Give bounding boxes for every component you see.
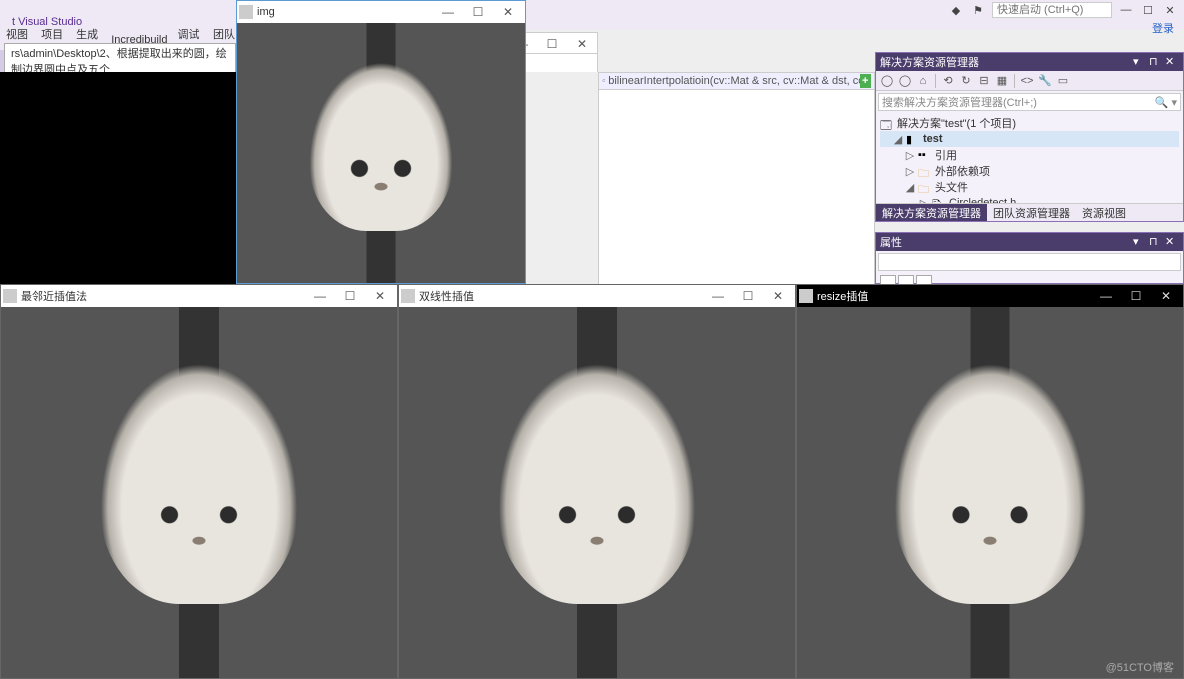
breadcrumb[interactable]: ◦ bilinearIntertpolatioin(cv::Mat & src,… — [598, 72, 875, 90]
notification-icon[interactable]: ◆ — [948, 3, 964, 17]
dropdown-icon[interactable]: ▾ — [1133, 235, 1147, 249]
minimize-icon[interactable]: — — [703, 285, 733, 307]
watermark: @51CTO博客 — [1106, 659, 1174, 675]
image-content — [237, 23, 525, 283]
close-icon[interactable]: ✕ — [763, 285, 793, 307]
window-title: 双线性插值 — [419, 288, 699, 304]
solution-explorer-panel: 解决方案资源管理器 ▾ ⊓ ✕ ◯ ◯ ⌂ ⟲ ↻ ⊟ ▦ <> 🔧 ▭ 搜索解… — [875, 52, 1184, 222]
tree-row-extdeps[interactable]: ▷🗀外部依赖项 — [880, 163, 1179, 179]
tab-team-explorer[interactable]: 团队资源管理器 — [987, 204, 1076, 221]
maximize-icon[interactable]: ☐ — [463, 1, 493, 23]
minimize-icon[interactable]: — — [305, 285, 335, 307]
titlebar[interactable]: resize插值 — ☐ ✕ — [797, 285, 1183, 307]
image-window-img: img — ☐ ✕ — [236, 0, 526, 284]
forward-icon[interactable]: ◯ — [897, 73, 913, 89]
refresh-icon[interactable]: ↻ — [958, 73, 974, 89]
app-icon — [799, 289, 813, 303]
dropdown-icon[interactable]: ▾ — [1133, 55, 1147, 69]
tree-row-refs[interactable]: ▷▪▪引用 — [880, 147, 1179, 163]
solution-search-input[interactable]: 搜索解决方案资源管理器(Ctrl+;) 🔍 ▾ — [878, 93, 1181, 111]
add-icon[interactable]: + — [860, 74, 871, 88]
close-icon[interactable]: ✕ — [1165, 55, 1179, 69]
properties-panel: 属性 ▾ ⊓ ✕ — [875, 232, 1184, 284]
home-icon[interactable]: ⌂ — [915, 73, 931, 89]
minimize-icon[interactable]: — — [1118, 3, 1134, 17]
panel-header[interactable]: 属性 ▾ ⊓ ✕ — [876, 233, 1183, 251]
search-placeholder: 搜索解决方案资源管理器(Ctrl+;) — [882, 94, 1037, 110]
app-icon — [401, 289, 415, 303]
login-link[interactable]: 登录 — [1152, 20, 1174, 36]
search-icon[interactable]: 🔍 ▾ — [1155, 96, 1177, 109]
tree-row-solution[interactable]: 🗔解决方案"test"(1 个项目) — [880, 115, 1179, 131]
window-title: resize插值 — [817, 288, 1087, 304]
maximize-icon[interactable]: ☐ — [335, 285, 365, 307]
panel-tabs: 解决方案资源管理器 团队资源管理器 资源视图 — [876, 203, 1183, 221]
collapse-icon[interactable]: ⊟ — [976, 73, 992, 89]
tree-row-headers[interactable]: ◢🗀头文件 — [880, 179, 1179, 195]
minimize-icon[interactable]: — — [1091, 285, 1121, 307]
window-title: 最邻近插值法 — [21, 288, 301, 304]
app-icon — [239, 5, 253, 19]
result-window-resize: resize插值 — ☐ ✕ — [796, 284, 1184, 679]
minimize-icon[interactable]: — — [433, 1, 463, 23]
close-icon[interactable]: ✕ — [1151, 285, 1181, 307]
image-content — [399, 307, 795, 678]
show-all-icon[interactable]: ▦ — [994, 73, 1010, 89]
solution-toolbar: ◯ ◯ ⌂ ⟲ ↻ ⊟ ▦ <> 🔧 ▭ — [876, 71, 1183, 91]
properties-icon[interactable]: 🔧 — [1037, 73, 1053, 89]
code-icon[interactable]: <> — [1019, 73, 1035, 89]
panel-title: 属性 — [880, 234, 902, 250]
close-icon[interactable]: ✕ — [1162, 3, 1178, 17]
titlebar[interactable]: 最邻近插值法 — ☐ ✕ — [1, 285, 397, 307]
pin-icon[interactable]: ⊓ — [1149, 55, 1163, 69]
maximize-icon[interactable]: ☐ — [1140, 3, 1156, 17]
tree-row-project[interactable]: ◢▮test — [880, 131, 1179, 147]
pin-icon[interactable]: ⊓ — [1149, 235, 1163, 249]
flag-icon[interactable]: ⚑ — [970, 3, 986, 17]
window-title: img — [257, 6, 429, 18]
maximize-icon[interactable]: ☐ — [537, 33, 567, 55]
maximize-icon[interactable]: ☐ — [1121, 285, 1151, 307]
tab-solution-explorer[interactable]: 解决方案资源管理器 — [876, 204, 987, 221]
quick-launch-input[interactable] — [992, 2, 1112, 18]
image-content — [1, 307, 397, 678]
property-selector[interactable] — [878, 253, 1181, 271]
app-icon — [3, 289, 17, 303]
close-icon[interactable]: ✕ — [365, 285, 395, 307]
console-output — [0, 72, 236, 284]
preview-icon[interactable]: ▭ — [1055, 73, 1071, 89]
solution-tree[interactable]: 🗔解决方案"test"(1 个项目) ◢▮test ▷▪▪引用 ▷🗀外部依赖项 … — [876, 113, 1183, 203]
code-editor[interactable] — [598, 90, 875, 285]
close-icon[interactable]: ✕ — [1165, 235, 1179, 249]
result-window-nearest: 最邻近插值法 — ☐ ✕ — [0, 284, 398, 679]
document-tabs: rs\admin\Desktop\2、根据提取出来的圆，绘制边界圆中点及五个 — [0, 50, 236, 72]
back-icon[interactable]: ◯ — [879, 73, 895, 89]
image-content — [797, 307, 1183, 678]
breadcrumb-text: bilinearIntertpolatioin(cv::Mat & src, c… — [608, 75, 859, 87]
titlebar[interactable]: img — ☐ ✕ — [237, 1, 525, 23]
maximize-icon[interactable]: ☐ — [733, 285, 763, 307]
tree-row-file[interactable]: ▷🗎Circledetect.h — [880, 195, 1179, 203]
titlebar[interactable]: 双线性插值 — ☐ ✕ — [399, 285, 795, 307]
panel-header[interactable]: 解决方案资源管理器 ▾ ⊓ ✕ — [876, 53, 1183, 71]
close-icon[interactable]: ✕ — [493, 1, 523, 23]
tab-resource-view[interactable]: 资源视图 — [1076, 204, 1132, 221]
sync-icon[interactable]: ⟲ — [940, 73, 956, 89]
panel-title: 解决方案资源管理器 — [880, 54, 979, 70]
close-icon[interactable]: ✕ — [567, 33, 597, 55]
result-window-bilinear: 双线性插值 — ☐ ✕ — [398, 284, 796, 679]
